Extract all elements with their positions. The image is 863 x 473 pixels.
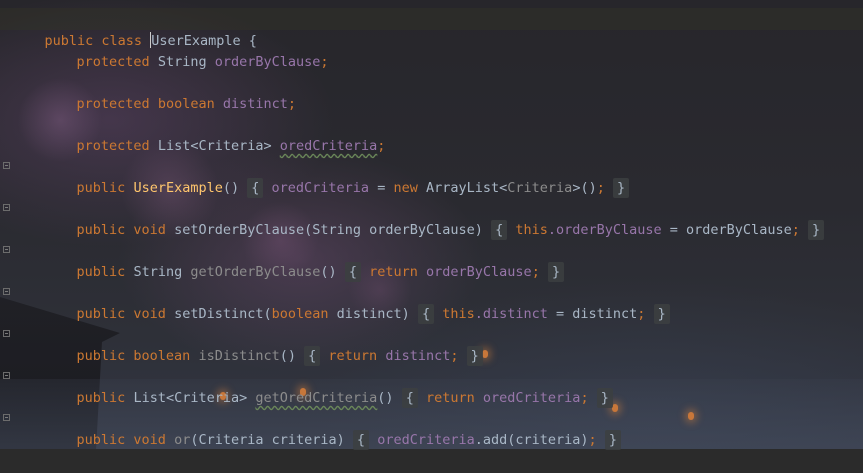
keyword: return [369, 264, 418, 280]
code-line-method[interactable]: public void setOrderByClause(String orde… [44, 197, 825, 240]
method-name: isDistinct [198, 348, 280, 364]
keyword: public [76, 180, 126, 196]
keyword: this [442, 306, 475, 322]
args: ( [263, 306, 272, 322]
type: String [133, 264, 183, 280]
folded-block-close[interactable]: } [547, 262, 565, 282]
expression: = distinct [547, 306, 638, 322]
fold-toggle-icon[interactable] [3, 162, 10, 169]
folded-block-open[interactable]: { [304, 346, 321, 366]
method-name: setOrderByClause [174, 222, 305, 238]
code-line-constructor[interactable]: public UserExample() { oredCriteria = ne… [44, 155, 630, 198]
keyword: return [328, 348, 378, 364]
args: () [222, 180, 240, 196]
field-name: oredCriteria [377, 432, 475, 448]
semicolon: ; [791, 222, 800, 238]
folded-block-close[interactable]: } [653, 304, 670, 324]
method-name: getOrderByClause [190, 264, 321, 280]
folded-block-close[interactable]: } [466, 346, 483, 366]
method-name: or [174, 432, 191, 448]
keyword: public boolean [76, 348, 191, 364]
folded-block-open[interactable]: { [247, 178, 264, 198]
field-name: .orderByClause [547, 222, 662, 238]
folded-block-open[interactable]: { [491, 220, 508, 240]
args: distinct) [328, 306, 410, 322]
field-name: oredCriteria [482, 390, 581, 406]
method-name: UserExample [133, 180, 223, 196]
lantern-icon [482, 350, 488, 358]
operator: = [369, 180, 394, 196]
field-name: oredCriteria [279, 138, 378, 154]
expression: .add(criteria) [474, 432, 589, 448]
keyword: public void [76, 432, 166, 448]
field-name: orderByClause [214, 54, 321, 70]
semicolon: ; [580, 390, 589, 406]
generic-type: Criteria [507, 180, 573, 196]
keyword: boolean [271, 306, 329, 322]
code-line-field[interactable]: protected String orderByClause; [44, 29, 329, 70]
args: () [279, 348, 296, 364]
args: () [377, 390, 394, 406]
fold-toggle-icon[interactable] [3, 330, 10, 337]
code-line-method[interactable]: public void setDistinct(boolean distinct… [44, 281, 670, 324]
fold-toggle-icon[interactable] [3, 288, 10, 295]
lantern-icon [688, 412, 694, 420]
keyword: public [76, 390, 126, 406]
folded-block-close[interactable]: } [612, 178, 630, 198]
keyword: protected [76, 138, 150, 154]
code-line-class-decl[interactable]: public class UserExample { [12, 8, 257, 49]
args: (String orderByClause) [304, 222, 483, 238]
semicolon: ; [637, 306, 646, 322]
code-line-method[interactable]: public String getOrderByClause() { retur… [44, 239, 565, 282]
semicolon: ; [596, 180, 605, 196]
fold-toggle-icon[interactable] [3, 372, 10, 379]
keyword: public void [76, 306, 166, 322]
keyword: return [425, 390, 475, 406]
keyword: protected [76, 54, 150, 70]
keyword: new [393, 180, 418, 196]
keyword: protected [76, 96, 150, 112]
args: () [320, 264, 337, 280]
keyword: public [76, 264, 126, 280]
expression: ArrayList< [426, 180, 508, 196]
folded-block-open[interactable]: { [352, 430, 370, 450]
code-line-field[interactable]: protected List<Criteria> oredCriteria; [44, 113, 386, 154]
folded-block-close[interactable]: } [807, 220, 825, 240]
method-name: getOredCriteria [255, 390, 378, 406]
folded-block-close[interactable]: } [596, 388, 613, 408]
field-name: .distinct [474, 306, 548, 322]
semicolon: ; [320, 54, 329, 70]
field-name: distinct [385, 348, 451, 364]
semicolon: ; [588, 432, 597, 448]
code-line-field[interactable]: protected boolean distinct; [44, 71, 297, 112]
expression: = orderByClause [661, 222, 792, 238]
args: (Criteria criteria) [190, 432, 345, 448]
folded-block-open[interactable]: { [344, 262, 361, 282]
type: String [157, 54, 207, 70]
code-line-method[interactable]: public List<Criteria> getOredCriteria() … [44, 365, 613, 408]
field-name: oredCriteria [271, 180, 370, 196]
expression: >() [572, 180, 597, 196]
fold-toggle-icon[interactable] [3, 246, 10, 253]
fold-toggle-icon[interactable] [3, 204, 10, 211]
code-line-method[interactable]: public boolean isDistinct() { return dis… [44, 323, 483, 366]
semicolon: ; [531, 264, 540, 280]
field-name: orderByClause [426, 264, 532, 280]
semicolon: ; [287, 96, 297, 112]
folded-block-close[interactable]: } [604, 430, 621, 450]
folded-block-open[interactable]: { [417, 304, 435, 324]
type: List<Criteria> [133, 390, 248, 406]
type: List<Criteria> [157, 138, 272, 154]
field-name: distinct [222, 96, 288, 112]
folded-block-open[interactable]: { [401, 388, 418, 408]
type: boolean [157, 96, 215, 112]
code-line-method[interactable]: public void or(Criteria criteria) { ored… [44, 407, 621, 450]
semicolon: ; [450, 348, 459, 364]
keyword: public void [76, 222, 166, 238]
fold-toggle-icon[interactable] [3, 414, 10, 421]
method-name: setDistinct [174, 306, 264, 322]
semicolon: ; [377, 138, 386, 154]
keyword: this [515, 222, 548, 238]
